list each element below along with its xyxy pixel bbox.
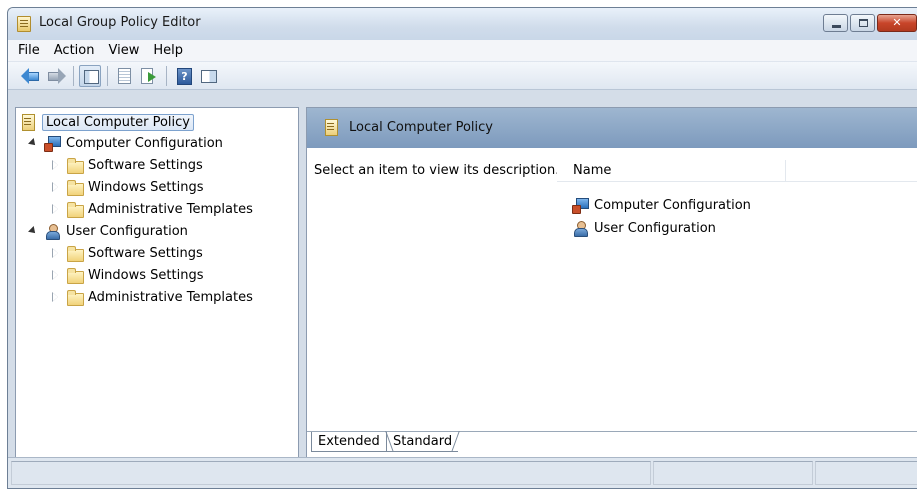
menu-view[interactable]: View: [102, 40, 147, 61]
toolbar-separator: [107, 65, 108, 86]
menu-file[interactable]: File: [12, 40, 48, 61]
client-area: Local Computer Policy Computer Configura…: [15, 107, 917, 458]
expanded-arrow-icon[interactable]: [28, 226, 38, 236]
tree-item-label: Local Computer Policy: [42, 113, 194, 131]
collapsed-arrow-icon[interactable]: [50, 182, 60, 192]
column-divider[interactable]: [785, 160, 786, 182]
caption-buttons: ✕: [823, 14, 917, 32]
menu-action[interactable]: Action: [48, 40, 103, 61]
export-list-icon[interactable]: [138, 65, 160, 87]
policy-icon: [20, 114, 36, 131]
show-hide-action-pane-icon[interactable]: [197, 65, 219, 87]
minimize-button[interactable]: [823, 14, 848, 32]
tree-item-computer-windows-settings[interactable]: Windows Settings: [50, 177, 203, 197]
tree-item-user-windows-settings[interactable]: Windows Settings: [50, 265, 203, 285]
menu-help[interactable]: Help: [147, 40, 191, 61]
tree-item-computer-software-settings[interactable]: Software Settings: [50, 155, 203, 175]
user-icon: [44, 223, 60, 240]
toolbar-separator: [166, 65, 167, 86]
computer-icon: [572, 197, 589, 214]
description-text: Select an item to view its description.: [314, 163, 560, 178]
list-item-label: User Configuration: [594, 220, 716, 236]
folder-icon: [66, 245, 84, 262]
details-header-title: Local Computer Policy: [349, 120, 493, 135]
menu-bar: File Action View Help: [8, 40, 917, 62]
list-column-header: Name: [557, 160, 917, 182]
tree-item-label: User Configuration: [66, 223, 188, 239]
tree-item-user-administrative-templates[interactable]: Administrative Templates: [50, 287, 253, 307]
details-pane: Local Computer Policy Select an item to …: [306, 107, 917, 458]
tree-item-computer-configuration[interactable]: Computer Configuration: [28, 133, 223, 153]
folder-icon: [66, 179, 84, 196]
close-icon: ✕: [892, 16, 902, 29]
view-tabs: Extended Standard: [307, 431, 917, 457]
list-item-computer-configuration[interactable]: Computer Configuration: [572, 195, 751, 215]
tree-item-user-software-settings[interactable]: Software Settings: [50, 243, 203, 263]
tree-item-label: Computer Configuration: [66, 135, 223, 151]
show-hide-tree-icon[interactable]: [79, 64, 101, 87]
status-panel-main: [11, 461, 651, 485]
tab-standard[interactable]: Standard: [387, 432, 459, 452]
collapsed-arrow-icon[interactable]: [50, 270, 60, 280]
minimize-icon: [832, 25, 841, 28]
collapsed-arrow-icon[interactable]: [50, 248, 60, 258]
title-bar[interactable]: Local Group Policy Editor ✕: [8, 8, 917, 40]
group-policy-app-icon[interactable]: [17, 16, 31, 32]
collapsed-arrow-icon[interactable]: [50, 204, 60, 214]
folder-icon: [66, 157, 84, 174]
tree-item-local-computer-policy[interactable]: Local Computer Policy: [20, 112, 194, 132]
folder-icon: [66, 201, 84, 218]
details-header: Local Computer Policy: [307, 108, 917, 148]
toolbar: [8, 62, 917, 90]
folder-icon: [66, 267, 84, 284]
column-name-header[interactable]: Name: [573, 163, 611, 178]
console-tree[interactable]: Local Computer Policy Computer Configura…: [15, 107, 299, 458]
tree-item-label: Administrative Templates: [88, 201, 253, 217]
back-arrow-icon[interactable]: [20, 65, 42, 87]
status-panel-middle: [653, 461, 813, 485]
status-panel-right: [815, 461, 917, 485]
tree-item-computer-administrative-templates[interactable]: Administrative Templates: [50, 199, 253, 219]
policy-icon: [323, 119, 339, 136]
properties-icon[interactable]: [113, 65, 135, 87]
expanded-arrow-icon[interactable]: [28, 138, 38, 148]
computer-icon: [44, 135, 61, 152]
list-item-label: Computer Configuration: [594, 197, 751, 213]
maximize-icon: [859, 19, 868, 27]
tree-item-label: Software Settings: [88, 245, 203, 261]
close-button[interactable]: ✕: [877, 14, 917, 32]
items-list[interactable]: Name Computer Configuration User Configu…: [557, 148, 917, 431]
status-bar: [8, 457, 917, 488]
tree-item-label: Windows Settings: [88, 179, 204, 195]
folder-icon: [66, 289, 84, 306]
help-icon[interactable]: [172, 65, 194, 87]
tab-extended[interactable]: Extended: [311, 432, 387, 452]
tree-item-label: Administrative Templates: [88, 289, 253, 305]
collapsed-arrow-icon[interactable]: [50, 292, 60, 302]
list-item-user-configuration[interactable]: User Configuration: [572, 218, 716, 238]
forward-arrow-icon[interactable]: [45, 65, 67, 87]
toolbar-separator: [73, 65, 74, 86]
maximize-button[interactable]: [850, 14, 875, 32]
user-icon: [572, 220, 588, 237]
main-window: Local Group Policy Editor ✕ File Action …: [7, 7, 917, 489]
collapsed-arrow-icon[interactable]: [50, 160, 60, 170]
pane-splitter[interactable]: [299, 107, 306, 458]
window-title: Local Group Policy Editor: [39, 15, 201, 30]
tree-item-label: Windows Settings: [88, 267, 204, 283]
tree-item-user-configuration[interactable]: User Configuration: [28, 221, 188, 241]
tree-item-label: Software Settings: [88, 157, 203, 173]
